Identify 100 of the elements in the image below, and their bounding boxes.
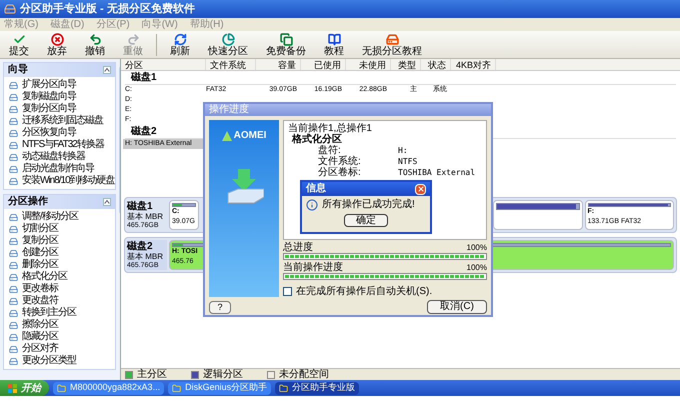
help-button[interactable]: ? — [209, 300, 231, 314]
sidebar-item[interactable]: 动态磁盘转换器 — [4, 151, 115, 163]
dialog-title: 操作进度 — [209, 104, 249, 116]
taskbar-button[interactable]: M800000yga882xA3... — [53, 382, 164, 394]
cancel-button[interactable]: 取消(C) — [427, 300, 487, 314]
drive-icon — [9, 332, 18, 342]
drive-icon — [9, 260, 18, 270]
folder-icon — [57, 384, 66, 392]
sidebar-item[interactable]: 切割分区 — [4, 223, 115, 235]
cancel-icon — [50, 32, 64, 46]
app-icon — [4, 3, 16, 15]
drive-icon — [9, 284, 18, 294]
drive-icon — [9, 140, 18, 150]
column-header[interactable]: 分区 — [121, 59, 206, 70]
folder-icon — [172, 384, 182, 392]
redo-icon — [126, 32, 140, 46]
legend-swatch — [191, 370, 199, 378]
ok-button[interactable]: 确定 — [344, 214, 388, 227]
checkbox-label: 在完成所有操作后自动关机(S). — [296, 286, 432, 297]
progress-label: 当前操作进度 — [283, 262, 343, 273]
panel-header[interactable]: 分区操作 — [4, 195, 115, 209]
toolbar-button[interactable]: 提交 — [4, 32, 34, 56]
sidebar-item[interactable]: 擦除分区 — [4, 319, 115, 331]
sidebar-item[interactable]: 更改卷标 — [4, 283, 115, 295]
drive-icon — [9, 152, 18, 162]
sidebar-item[interactable]: 分区恢复向导 — [4, 127, 115, 139]
legend-label: 主分区 — [137, 368, 167, 380]
sidebar-item[interactable]: 分区对齐 — [4, 343, 115, 355]
sidebar-item[interactable]: 删除分区 — [4, 259, 115, 271]
drive-icon — [386, 32, 398, 46]
toolbar-button[interactable]: 放弃 — [42, 32, 72, 56]
detail-value: NTFS — [398, 156, 418, 167]
column-header[interactable]: 文件系统 — [206, 59, 256, 70]
legend-label: 逻辑分区 — [203, 368, 243, 380]
dialog-title: 信息 — [306, 183, 326, 195]
drive-icon — [9, 212, 18, 222]
progress-reading: 100% — [466, 242, 487, 253]
toolbar-button[interactable]: 撤销 — [80, 32, 110, 56]
sidebar-item[interactable]: 格式化分区 — [4, 271, 115, 283]
sidebar-item[interactable]: NTFS与FAT32转换器 — [4, 139, 115, 151]
drive-icon — [9, 308, 18, 318]
drive-icon — [9, 320, 18, 330]
collapse-icon — [102, 198, 111, 206]
disk-name: 磁盘1 — [127, 200, 154, 212]
sidebar-item[interactable]: 安装Win8/10到移动硬盘 — [4, 175, 115, 187]
sidebar-item[interactable]: 更改分区类型 — [4, 355, 115, 367]
disk-name: 磁盘2 — [127, 240, 154, 252]
column-header[interactable]: 已使用 — [301, 59, 346, 70]
detail-value: H: — [398, 145, 408, 156]
column-header[interactable]: 容量 — [256, 59, 301, 70]
refresh-icon — [174, 32, 186, 46]
dialog-message: 所有操作已成功完成! — [322, 199, 415, 211]
taskbar-button[interactable]: DiskGenius分区助手 — [168, 382, 272, 394]
close-button[interactable] — [415, 184, 426, 194]
sidebar-item[interactable]: 创建分区 — [4, 247, 115, 259]
toolbar-button[interactable]: 教程 — [319, 32, 349, 56]
column-header[interactable]: 状态 — [421, 59, 451, 70]
detail-label: 分区卷标: — [318, 167, 362, 178]
book-icon — [328, 32, 340, 46]
windows-logo-icon — [8, 384, 17, 392]
taskbar-button[interactable]: 分区助手专业版 — [275, 382, 360, 394]
checkbox[interactable] — [283, 287, 292, 296]
pie-chart-icon — [222, 32, 234, 46]
disk-type: 基本 MBR — [127, 252, 164, 260]
drive-icon — [9, 356, 18, 366]
toolbar-button[interactable]: 快速分区 — [203, 32, 253, 56]
toolbar-button[interactable]: 无损分区教程 — [357, 32, 427, 56]
drive-icon — [9, 344, 18, 354]
drive-icon — [9, 224, 18, 234]
sidebar-item[interactable]: 复制磁盘向导 — [4, 91, 115, 103]
drive-icon — [9, 164, 18, 174]
sidebar-item[interactable]: 转换到主分区 — [4, 307, 115, 319]
folder-icon — [279, 384, 288, 392]
window-title: 分区助手专业版 - 无损分区免费软件 — [20, 2, 195, 17]
sidebar-item[interactable]: 调整/移动分区 — [4, 211, 115, 223]
sidebar-item[interactable]: 隐藏分区 — [4, 331, 115, 343]
sidebar-item[interactable]: 更改盘符 — [4, 295, 115, 307]
column-header[interactable]: 4KB对齐 — [451, 59, 496, 70]
drive-icon — [9, 236, 18, 246]
sidebar-item[interactable]: 复制分区向导 — [4, 103, 115, 115]
column-header[interactable]: 未使用 — [346, 59, 391, 70]
copy-icon — [280, 32, 292, 46]
disk-group-title: 磁盘1 — [125, 71, 676, 85]
undo-icon — [88, 32, 102, 46]
sidebar-item[interactable]: 启动光盘制作向导 — [4, 163, 115, 175]
drive-icon — [9, 272, 18, 282]
sidebar-item[interactable]: 迁移系统到固态磁盘 — [4, 115, 115, 127]
toolbar-button[interactable]: 免费备份 — [261, 32, 311, 56]
sidebar-item[interactable]: 扩展分区向导 — [4, 79, 115, 91]
panel-header[interactable]: 向导 — [4, 63, 115, 77]
drive-icon — [9, 116, 18, 126]
partition-block[interactable] — [493, 200, 582, 230]
drive-icon — [9, 92, 18, 102]
drive-icon — [9, 128, 18, 138]
drive-icon — [9, 176, 18, 186]
drive-icon — [9, 296, 18, 306]
column-header[interactable]: 类型 — [391, 59, 421, 70]
toolbar-button[interactable]: 刷新 — [165, 32, 195, 56]
check-icon — [12, 32, 26, 46]
sidebar-item[interactable]: 复制分区 — [4, 235, 115, 247]
